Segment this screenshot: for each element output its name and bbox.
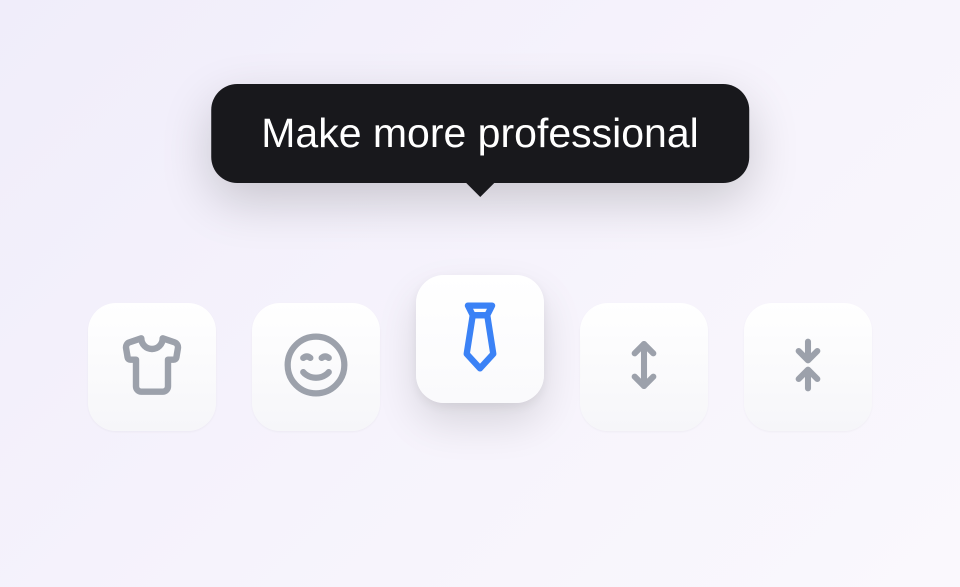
tie-icon	[451, 300, 509, 379]
collapse-vertical-icon	[780, 333, 836, 402]
casual-button[interactable]	[88, 303, 216, 431]
expand-vertical-icon	[616, 333, 672, 402]
tooltip-text: Make more professional	[261, 110, 699, 156]
friendly-button[interactable]	[252, 303, 380, 431]
smile-icon	[282, 331, 350, 404]
shorter-button[interactable]	[744, 303, 872, 431]
professional-button[interactable]	[416, 275, 544, 403]
tshirt-icon	[120, 333, 184, 402]
tooltip: Make more professional	[211, 84, 749, 183]
longer-button[interactable]	[580, 303, 708, 431]
tone-toolbar	[88, 303, 872, 431]
